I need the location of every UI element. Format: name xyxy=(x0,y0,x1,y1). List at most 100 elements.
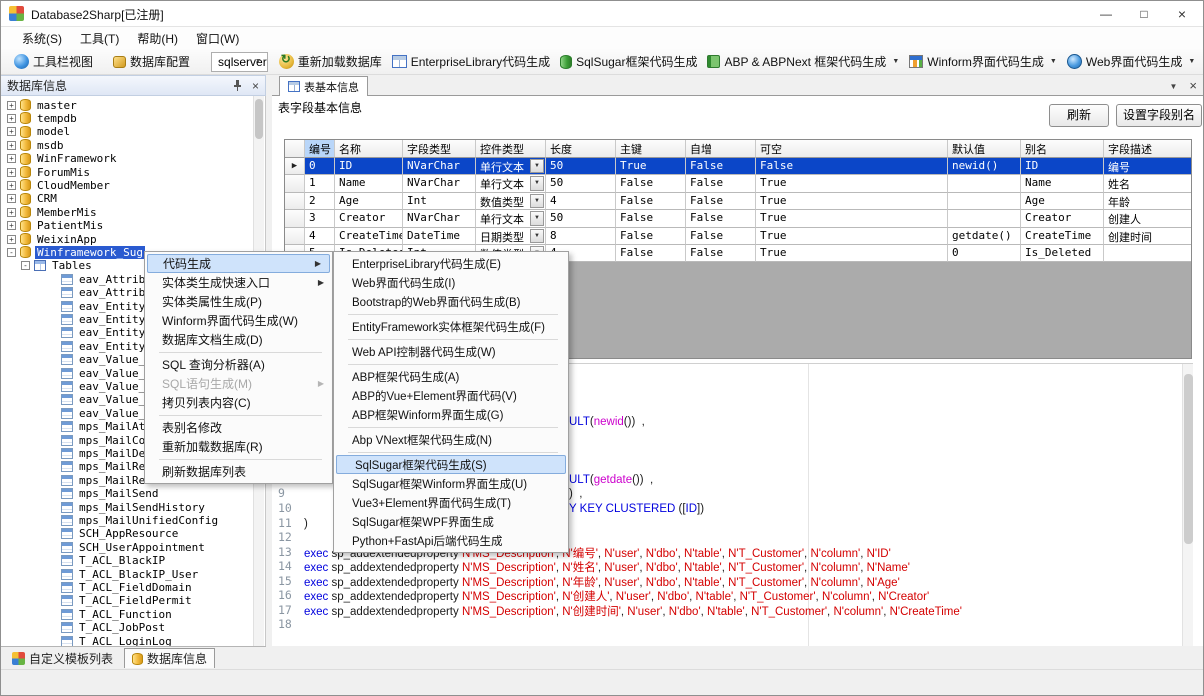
grid-cell[interactable]: False xyxy=(616,193,686,210)
tree-item-T_ACL_FieldPermit[interactable]: T_ACL_FieldPermit xyxy=(1,594,194,608)
toolbar-button-工具栏视图[interactable]: 工具栏视图 xyxy=(9,51,98,72)
tree-item-eav_Entity[interactable]: eav_Entity xyxy=(1,312,147,326)
tree-item-T_ACL_Function[interactable]: T_ACL_Function xyxy=(1,607,174,621)
tree-item-mps_MailUnifiedConfig[interactable]: mps_MailUnifiedConfig xyxy=(1,513,220,527)
combo-dropdown-button[interactable]: ▼ xyxy=(530,211,544,225)
grid-cell[interactable]: True xyxy=(756,193,948,210)
minimize-button[interactable]: — xyxy=(1089,1,1123,27)
tree-expander-icon[interactable]: + xyxy=(7,194,16,203)
submenu-item-4[interactable]: EntityFramework实体框架代码生成(F) xyxy=(334,317,568,336)
grid-cell[interactable]: Creator xyxy=(1021,210,1104,227)
grid-cell[interactable]: 年龄 xyxy=(1104,193,1192,210)
grid-column-header-自增[interactable]: 自增 xyxy=(686,140,756,158)
tree-expander-icon[interactable]: + xyxy=(7,181,16,190)
grid-cell[interactable]: NVarChar xyxy=(403,158,476,175)
grid-cell[interactable]: False xyxy=(616,228,686,245)
submenu-item-9[interactable]: ABP的Vue+Element界面代码(V) xyxy=(334,386,568,405)
tree-item-master[interactable]: +master xyxy=(1,98,79,112)
tree-item-WeixinApp[interactable]: +WeixinApp xyxy=(1,232,99,246)
set-field-alias-button[interactable]: 设置字段别名 xyxy=(1116,104,1202,127)
grid-column-header-名称[interactable]: 名称 xyxy=(335,140,403,158)
grid-cell[interactable]: ID xyxy=(1021,158,1104,175)
tree-expander-icon[interactable]: + xyxy=(7,114,16,123)
grid-cell[interactable]: 50 xyxy=(546,175,616,192)
grid-cell[interactable]: 8 xyxy=(546,228,616,245)
tree-item-eav_Value_[interactable]: eav_Value_ xyxy=(1,353,147,367)
tab-close-icon[interactable]: × xyxy=(1189,78,1197,95)
context-menu-item-4[interactable]: 数据库文档生成(D) xyxy=(145,330,332,349)
tree-item-T_ACL_BlackIP_User[interactable]: T_ACL_BlackIP_User xyxy=(1,567,200,581)
grid-row-4[interactable]: 4CreateTimeDateTime日期类型▼8FalseFalseTrueg… xyxy=(285,228,1192,245)
submenu-item-10[interactable]: ABP框架Winform界面生成(G) xyxy=(334,405,568,424)
grid-cell[interactable]: 4 xyxy=(546,193,616,210)
menubar-item-2[interactable]: 帮助(H) xyxy=(128,28,187,49)
grid-cell[interactable]: False xyxy=(686,158,756,175)
toolbar-button-SqlSugar框架代码生成[interactable]: SqlSugar框架代码生成 xyxy=(555,51,702,72)
grid-cell[interactable]: True xyxy=(756,228,948,245)
menubar-item-0[interactable]: 系统(S) xyxy=(13,28,71,49)
grid-cell[interactable]: True xyxy=(756,210,948,227)
context-menu-item-8[interactable]: 拷贝列表内容(C) xyxy=(145,393,332,412)
tree-expander-icon[interactable]: - xyxy=(21,261,30,270)
code-scrollbar[interactable] xyxy=(1182,364,1193,646)
tree-item-tempdb[interactable]: +tempdb xyxy=(1,111,79,125)
context-menu-item-10[interactable]: 表别名修改 xyxy=(145,418,332,437)
panel-close-icon[interactable]: × xyxy=(252,79,259,93)
grid-cell[interactable]: 0 xyxy=(948,245,1021,262)
bottom-tab-1[interactable]: 数据库信息 xyxy=(124,648,215,668)
tree-expander-icon[interactable]: + xyxy=(7,221,16,230)
context-menu-item-13[interactable]: 刷新数据库列表 xyxy=(145,462,332,481)
tree-item-T_ACL_JobPost[interactable]: T_ACL_JobPost xyxy=(1,621,167,635)
bottom-tab-0[interactable]: 自定义模板列表 xyxy=(5,648,120,668)
grid-cell[interactable]: False xyxy=(686,193,756,210)
grid-cell[interactable]: 创建人 xyxy=(1104,210,1192,227)
tree-expander-icon[interactable]: + xyxy=(7,127,16,136)
grid-cell[interactable] xyxy=(948,193,1021,210)
submenu-item-6[interactable]: Web API控制器代码生成(W) xyxy=(334,342,568,361)
context-menu-item-3[interactable]: Winform界面代码生成(W) xyxy=(145,311,332,330)
grid-cell[interactable]: False xyxy=(616,245,686,262)
toolbar-button-数据库配置[interactable]: 数据库配置 xyxy=(108,51,195,72)
tree-item-eav_Attrib[interactable]: eav_Attrib xyxy=(1,272,147,286)
grid-cell[interactable]: getdate() xyxy=(948,228,1021,245)
tree-item-MemberMis[interactable]: +MemberMis xyxy=(1,205,99,219)
grid-cell[interactable]: False xyxy=(686,175,756,192)
grid-cell[interactable]: 0 xyxy=(305,158,335,175)
grid-row-0[interactable]: ▶0IDNVarChar单行文本▼50TrueFalseFalsenewid()… xyxy=(285,158,1192,175)
grid-cell[interactable]: 2 xyxy=(305,193,335,210)
tree-item-mps_MailSend[interactable]: mps_MailSend xyxy=(1,487,160,501)
tree-item-mps_MailAt[interactable]: mps_MailAt xyxy=(1,420,147,434)
submenu-item-18[interactable]: Python+FastApi后端代码生成 xyxy=(334,531,568,550)
tree-item-eav_Entity[interactable]: eav_Entity xyxy=(1,299,147,313)
grid-cell[interactable]: 单行文本▼ xyxy=(476,175,546,192)
tree-item-Tables[interactable]: -Tables xyxy=(1,259,94,273)
refresh-button[interactable]: 刷新 xyxy=(1049,104,1109,127)
grid-cell[interactable]: Age xyxy=(335,193,403,210)
tree-item-mps_MailRe[interactable]: mps_MailRe xyxy=(1,460,147,474)
grid-column-header-默认值[interactable]: 默认值 xyxy=(948,140,1021,158)
grid-column-header-字段描述[interactable]: 字段描述 xyxy=(1104,140,1192,158)
grid-column-header-长度[interactable]: 长度 xyxy=(546,140,616,158)
grid-cell[interactable]: 日期类型▼ xyxy=(476,228,546,245)
tree-expander-icon[interactable]: + xyxy=(7,208,16,217)
grid-cell[interactable]: False xyxy=(616,175,686,192)
toolbar-button-重新加载数据库[interactable]: 重新加载数据库 xyxy=(274,51,387,72)
grid-cell[interactable]: False xyxy=(686,245,756,262)
tree-item-Winframework_Sug[interactable]: -Winframework_Sug xyxy=(1,245,145,259)
tree-item-SCH_UserAppointment[interactable]: SCH_UserAppointment xyxy=(1,540,207,554)
menubar-item-1[interactable]: 工具(T) xyxy=(71,28,128,49)
toolbar-button-Web界面代码生成[interactable]: Web界面代码生成▼ xyxy=(1062,51,1200,72)
grid-cell[interactable]: True xyxy=(756,245,948,262)
tree-expander-icon[interactable]: + xyxy=(7,235,16,244)
grid-column-header-编号[interactable]: 编号 xyxy=(305,140,335,158)
tree-item-CloudMember[interactable]: +CloudMember xyxy=(1,178,112,192)
grid-cell[interactable]: DateTime xyxy=(403,228,476,245)
grid-cell[interactable]: Age xyxy=(1021,193,1104,210)
tab-list-dropdown-icon[interactable]: ▼ xyxy=(1169,78,1177,95)
grid-cell[interactable]: CreateTime xyxy=(335,228,403,245)
submenu-item-17[interactable]: SqlSugar框架WPF界面生成 xyxy=(334,512,568,531)
grid-cell[interactable]: False xyxy=(616,210,686,227)
grid-cell[interactable] xyxy=(948,175,1021,192)
tree-item-eav_Value_[interactable]: eav_Value_ xyxy=(1,406,147,420)
grid-cell[interactable]: Name xyxy=(1021,175,1104,192)
